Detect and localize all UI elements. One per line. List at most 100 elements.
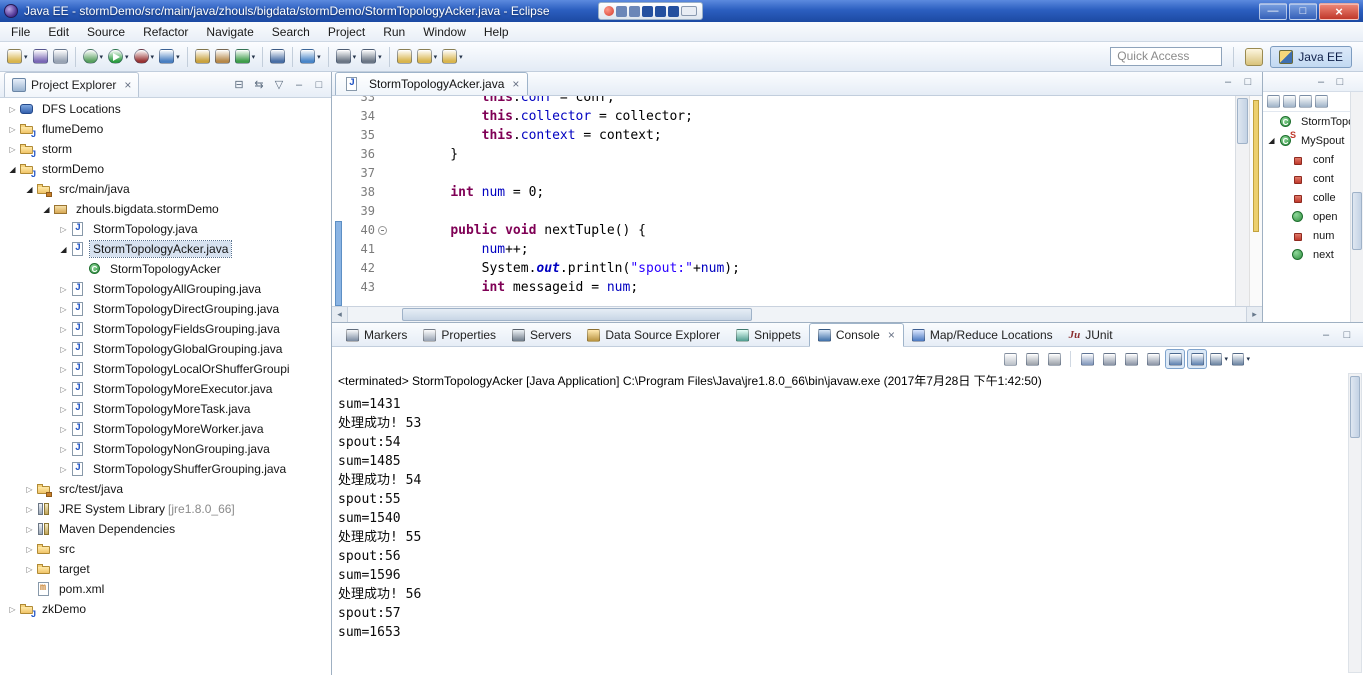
code-line-36[interactable]: 36 } <box>345 145 1235 164</box>
external-tools-button[interactable]: ▾ <box>298 46 323 68</box>
print-button[interactable] <box>51 46 70 68</box>
tree-item-stormtopologyshuffergrouping-java[interactable]: J StormTopologyShufferGrouping.java <box>0 459 331 479</box>
collapsed-arrow-icon[interactable] <box>23 505 36 514</box>
fold-marker-icon[interactable] <box>375 221 391 240</box>
maximize-view-icon[interactable]: □ <box>311 77 327 93</box>
expanded-arrow-icon[interactable] <box>40 205 53 214</box>
dropdown-caret-icon[interactable]: ▾ <box>100 53 104 61</box>
menu-navigate[interactable]: Navigate <box>197 22 262 42</box>
tree-item-stormtopologyallgrouping-java[interactable]: J StormTopologyAllGrouping.java <box>0 279 331 299</box>
tree-item-stormtopologynongrouping-java[interactable]: J StormTopologyNonGrouping.java <box>0 439 331 459</box>
console-scrollbar[interactable] <box>1348 373 1362 673</box>
collapse-all-icon[interactable] <box>1267 95 1280 108</box>
editor-tab-close-icon[interactable]: × <box>512 77 519 91</box>
expanded-arrow-icon[interactable] <box>1265 136 1278 145</box>
tree-item-stormtopologymoreexecutor-java[interactable]: J StormTopologyMoreExecutor.java <box>0 379 331 399</box>
open-perspective-button[interactable] <box>1245 47 1264 66</box>
ime-status-icon[interactable] <box>604 6 614 16</box>
new-package-button[interactable] <box>213 46 232 68</box>
collapsed-arrow-icon[interactable] <box>6 605 19 614</box>
editor-tab-stormtopologyacker[interactable]: J StormTopologyAcker.java × <box>335 72 529 95</box>
code-line-38[interactable]: 38 int num = 0; <box>345 183 1235 202</box>
dropdown-caret-icon[interactable]: ▾ <box>24 53 28 61</box>
tab-snippets[interactable]: Snippets <box>728 324 809 346</box>
project-explorer-close-icon[interactable]: × <box>124 78 131 92</box>
code-line-39[interactable]: 39 <box>345 202 1235 221</box>
scrollbar-thumb[interactable] <box>402 308 752 321</box>
outline-item-myspout[interactable]: CS MySpout <box>1263 131 1363 150</box>
collapsed-arrow-icon[interactable] <box>6 145 19 154</box>
ime-keyboard-icon[interactable] <box>681 6 697 16</box>
sort-icon[interactable] <box>1283 95 1296 108</box>
maximize-editor-icon[interactable]: □ <box>1240 74 1256 90</box>
close-button[interactable]: × <box>1319 2 1359 20</box>
maximize-view-icon[interactable]: □ <box>1339 327 1355 343</box>
last-edit-location-button[interactable] <box>395 46 414 68</box>
hide-static-members-icon[interactable] <box>1315 95 1328 108</box>
terminate-button[interactable] <box>1000 349 1020 369</box>
tree-item-stormtopologydirectgrouping-java[interactable]: J StormTopologyDirectGrouping.java <box>0 299 331 319</box>
code-line-42[interactable]: 42 System.out.println("spout:"+num); <box>345 259 1235 278</box>
outline-item-colle[interactable]: colle <box>1263 188 1363 207</box>
close-console-tab-icon[interactable]: × <box>888 328 895 342</box>
ime-mode-icon[interactable] <box>616 5 627 17</box>
outline-item-open[interactable]: open <box>1263 207 1363 226</box>
collapsed-arrow-icon[interactable] <box>57 285 70 294</box>
scrollbar-thumb[interactable] <box>1237 98 1248 144</box>
dropdown-caret-icon[interactable]: ▾ <box>125 53 129 61</box>
ime-lang-icon[interactable] <box>642 5 653 17</box>
collapsed-arrow-icon[interactable] <box>57 305 70 314</box>
project-explorer-tab[interactable]: Project Explorer × <box>4 72 140 97</box>
forward-button[interactable]: ▾ <box>440 46 465 68</box>
scroll-lock-button[interactable] <box>1099 349 1119 369</box>
coverage-button[interactable]: ▾ <box>132 46 157 68</box>
tab-properties[interactable]: Properties <box>415 324 504 346</box>
ime-punct-icon[interactable] <box>629 5 640 17</box>
pin-console-button[interactable] <box>1143 349 1163 369</box>
menu-window[interactable]: Window <box>414 22 475 42</box>
dropdown-caret-icon[interactable]: ▾ <box>353 53 357 61</box>
collapsed-arrow-icon[interactable] <box>57 225 70 234</box>
next-annotation-button[interactable]: ▾ <box>334 46 359 68</box>
collapsed-arrow-icon[interactable] <box>57 385 70 394</box>
new-java-project-button[interactable] <box>193 46 212 68</box>
scrollbar-thumb[interactable] <box>1350 376 1360 438</box>
dropdown-caret-icon[interactable]: ▾ <box>1246 355 1250 363</box>
tree-item-stormtopologylocalorshuffergroupi[interactable]: J StormTopologyLocalOrShufferGroupi <box>0 359 331 379</box>
menu-project[interactable]: Project <box>319 22 374 42</box>
tab-servers[interactable]: Servers <box>504 324 579 346</box>
tree-item-zkdemo[interactable]: JzkDemo <box>0 599 331 619</box>
outline-scrollbar[interactable] <box>1350 92 1363 322</box>
menu-run[interactable]: Run <box>374 22 414 42</box>
scroll-right-icon[interactable]: ▸ <box>1246 307 1262 322</box>
collapsed-arrow-icon[interactable] <box>57 405 70 414</box>
editor-vertical-scrollbar[interactable] <box>1235 96 1249 306</box>
word-wrap-button[interactable] <box>1121 349 1141 369</box>
dropdown-caret-icon[interactable]: ▾ <box>378 53 382 61</box>
open-console-button[interactable]: ▾ <box>1231 349 1251 369</box>
tree-item-maven-dependencies[interactable]: Maven Dependencies <box>0 519 331 539</box>
outline-item-conf[interactable]: conf <box>1263 150 1363 169</box>
tree-item-flumedemo[interactable]: JflumeDemo <box>0 119 331 139</box>
collapsed-arrow-icon[interactable] <box>57 465 70 474</box>
scroll-left-icon[interactable]: ◂ <box>332 307 348 322</box>
run-external-button[interactable]: ▾ <box>157 46 182 68</box>
dropdown-caret-icon[interactable]: ▾ <box>317 53 321 61</box>
tree-item-storm[interactable]: Jstorm <box>0 139 331 159</box>
debug-button[interactable]: ▾ <box>81 46 106 68</box>
collapse-all-icon[interactable]: ⊟ <box>231 77 247 93</box>
maximize-button[interactable]: □ <box>1289 2 1317 20</box>
menu-refactor[interactable]: Refactor <box>134 22 197 42</box>
tree-item-stormtopologyacker[interactable]: C StormTopologyAcker <box>0 259 331 279</box>
minimize-view-icon[interactable]: – <box>1313 74 1329 90</box>
code-area[interactable]: 33 this.conf = conf; 34 this.collector = … <box>345 96 1235 306</box>
quick-access-input[interactable]: Quick Access <box>1110 47 1223 66</box>
expanded-arrow-icon[interactable] <box>6 165 19 174</box>
new-class-button[interactable]: ▾ <box>233 46 258 68</box>
tab-data-source-explorer[interactable]: Data Source Explorer <box>579 324 728 346</box>
dropdown-caret-icon[interactable]: ▾ <box>459 53 463 61</box>
remove-launch-button[interactable] <box>1022 349 1042 369</box>
expanded-arrow-icon[interactable] <box>57 245 70 254</box>
search-button[interactable] <box>268 46 287 68</box>
tree-item-stormdemo[interactable]: JstormDemo <box>0 159 331 179</box>
